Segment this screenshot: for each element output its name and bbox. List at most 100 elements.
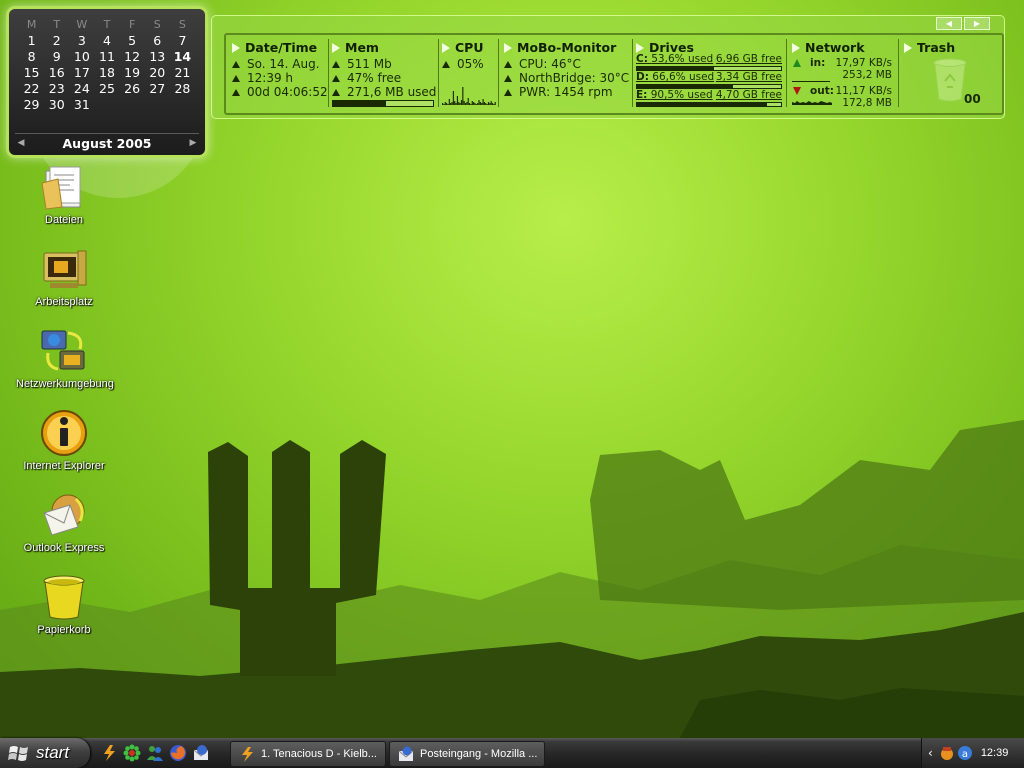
calendar-day[interactable]: 27: [145, 81, 170, 97]
calendar-grid: M T W T F S S 1 2 3 4 5 6 7 8 9 10 11 12…: [19, 17, 195, 113]
taskbar-button-winamp[interactable]: 1. Tenacious D - Kielb...: [230, 741, 386, 767]
calendar-day[interactable]: 6: [145, 33, 170, 49]
bullet-arrow-icon: [332, 89, 340, 96]
scroll-right-button[interactable]: ▶: [964, 17, 990, 30]
drives-section[interactable]: Drives C: 53,6% used 6,96 GB free D: 66,…: [636, 35, 784, 111]
desktop-icon-dateien[interactable]: Dateien: [16, 163, 112, 226]
icq-quicklaunch-icon[interactable]: [123, 744, 141, 762]
weekday-label: F: [128, 18, 136, 31]
calendar-day[interactable]: 13: [145, 49, 170, 65]
calendar-day[interactable]: 12: [120, 49, 145, 65]
calendar-day[interactable]: 11: [94, 49, 119, 65]
firefox-quicklaunch-icon[interactable]: [169, 744, 187, 762]
mobo-section[interactable]: MoBo-Monitor CPU: 46°C NorthBridge: 30°C…: [500, 35, 630, 111]
drive-c-row[interactable]: C: 53,6% used 6,96 GB free: [636, 53, 782, 65]
calendar-day[interactable]: 5: [120, 33, 145, 49]
calendar-day[interactable]: 8: [19, 49, 44, 65]
desktop-icon-outlook-express[interactable]: Outlook Express: [16, 491, 112, 554]
calendar-day[interactable]: 10: [69, 49, 94, 65]
calendar-day[interactable]: 15: [19, 65, 44, 81]
calendar-day[interactable]: 25: [94, 81, 119, 97]
calendar-day[interactable]: 26: [120, 81, 145, 97]
cpu-section[interactable]: CPU 05%: [440, 35, 498, 111]
mem-section[interactable]: Mem 511 Mb 47% free 271,6 MB used: [330, 35, 436, 111]
calendar-day[interactable]: 31: [69, 97, 94, 113]
calendar-day[interactable]: 4: [94, 33, 119, 49]
desktop-icon-label: Netzwerkumgebung: [16, 378, 114, 390]
desktop-icon-label: Outlook Express: [23, 542, 105, 554]
drive-e-row[interactable]: E: 90,5% used 4,70 GB free: [636, 89, 782, 101]
desktop[interactable]: M T W T F S S 1 2 3 4 5 6 7 8 9 10 11 12…: [0, 0, 1024, 738]
calendar-day[interactable]: 3: [69, 33, 94, 49]
calendar-day-today[interactable]: 14: [170, 49, 195, 65]
svg-text:a: a: [962, 749, 968, 760]
tray-app-icon[interactable]: [939, 745, 955, 761]
cpu-history-bar: [489, 103, 491, 105]
cpu-history-bar: [451, 102, 453, 105]
prev-month-icon[interactable]: ◀: [15, 138, 27, 148]
system-tray[interactable]: ‹ a 12:39: [921, 738, 1024, 768]
bullet-arrow-icon: [504, 75, 512, 82]
calendar-day[interactable]: 18: [94, 65, 119, 81]
calendar-day[interactable]: 19: [120, 65, 145, 81]
calendar-day[interactable]: 20: [145, 65, 170, 81]
net-out-rate: 11,17 KB/s: [835, 85, 893, 97]
trash-title: Trash: [904, 40, 955, 55]
bullet-arrow-icon: [332, 75, 340, 82]
cpu-history-bar: [491, 103, 494, 105]
calendar-day[interactable]: 9: [44, 49, 69, 65]
calendar-day[interactable]: 30: [44, 97, 69, 113]
messenger-quicklaunch-icon[interactable]: [146, 744, 164, 762]
divider: [632, 39, 633, 107]
drive-d-row[interactable]: D: 66,6% used 3,34 GB free: [636, 71, 782, 83]
calendar-widget[interactable]: M T W T F S S 1 2 3 4 5 6 7 8 9 10 11 12…: [6, 6, 208, 158]
calendar-day[interactable]: 2: [44, 33, 69, 49]
bullet-arrow-icon: [504, 89, 512, 96]
tray-network-icon[interactable]: a: [957, 745, 973, 761]
divider: [786, 39, 787, 107]
calendar-day[interactable]: 1: [19, 33, 44, 49]
calendar-day[interactable]: 22: [19, 81, 44, 97]
cpu-history-bar: [458, 102, 460, 105]
weekday-label: W: [76, 18, 88, 31]
desktop-icon-papierkorb[interactable]: Papierkorb: [16, 573, 112, 636]
windows-logo-icon: [8, 746, 28, 761]
calendar-day[interactable]: 29: [19, 97, 44, 113]
scroll-left-button[interactable]: ◀: [936, 17, 962, 30]
tray-expand-icon[interactable]: ‹: [928, 746, 933, 760]
tray-clock[interactable]: 12:39: [981, 747, 1009, 759]
calendar-day[interactable]: 17: [69, 65, 94, 81]
cpu-history-bar: [467, 98, 469, 105]
taskbar-button-mozilla[interactable]: Posteingang - Mozilla ...: [389, 741, 545, 767]
winamp-quicklaunch-icon[interactable]: [100, 744, 118, 762]
calendar-day[interactable]: 16: [44, 65, 69, 81]
calendar-day[interactable]: 7: [170, 33, 195, 49]
cpu-history-bar: [454, 101, 456, 105]
desktop-icon-internet-explorer[interactable]: Internet Explorer: [16, 409, 112, 472]
mobo-cpu-row: CPU: 46°C: [504, 57, 581, 71]
winamp-icon: [242, 747, 253, 762]
calendar-day[interactable]: 23: [44, 81, 69, 97]
desktop-icon-arbeitsplatz[interactable]: Arbeitsplatz: [16, 245, 112, 308]
desktop-icon-netzwerkumgebung[interactable]: Netzwerkumgebung: [16, 327, 114, 390]
trash-section[interactable]: Trash 00: [902, 35, 1000, 111]
trash-count: 00: [964, 92, 981, 106]
net-in-graph: [792, 81, 830, 82]
cpu-history-bar: [487, 102, 490, 105]
next-month-icon[interactable]: ▶: [187, 138, 199, 148]
network-section[interactable]: Network in: 17,97 KB/s 253,2 MB out: 11,…: [790, 35, 896, 111]
calendar-day[interactable]: 28: [170, 81, 195, 97]
thunderbird-quicklaunch-icon[interactable]: [192, 744, 210, 762]
cpu-title: CPU: [442, 40, 484, 55]
cpu-history-bar: [474, 103, 476, 105]
trash-bin-icon[interactable]: [932, 57, 968, 103]
datetime-section[interactable]: Date/Time So. 14. Aug. 12:39 h 00d 04:06…: [226, 35, 328, 111]
cpu-history-bar: [483, 102, 485, 105]
taskbar[interactable]: start 1. Tenacious D - Kielb... Posteing…: [0, 738, 1024, 768]
divider: [328, 39, 329, 107]
calendar-day[interactable]: 24: [69, 81, 94, 97]
start-button[interactable]: start: [0, 738, 90, 768]
mem-title: Mem: [332, 40, 379, 55]
calendar-day[interactable]: 21: [170, 65, 195, 81]
system-monitor-bar[interactable]: ◀ ▶ Date/Time So. 14. Aug. 12:39 h 00d 0…: [211, 15, 1005, 119]
